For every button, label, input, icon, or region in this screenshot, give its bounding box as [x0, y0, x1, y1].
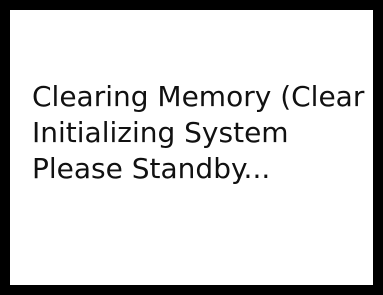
status-line-initializing-system: Initializing System [32, 116, 289, 149]
status-line-clearing-memory: Clearing Memory (Clear [32, 80, 365, 113]
status-line-please-standby: Please Standby... [32, 152, 271, 185]
status-message: Clearing Memory (Clear Initializing Syst… [32, 79, 364, 187]
display-screen: Clearing Memory (Clear Initializing Syst… [0, 0, 383, 295]
